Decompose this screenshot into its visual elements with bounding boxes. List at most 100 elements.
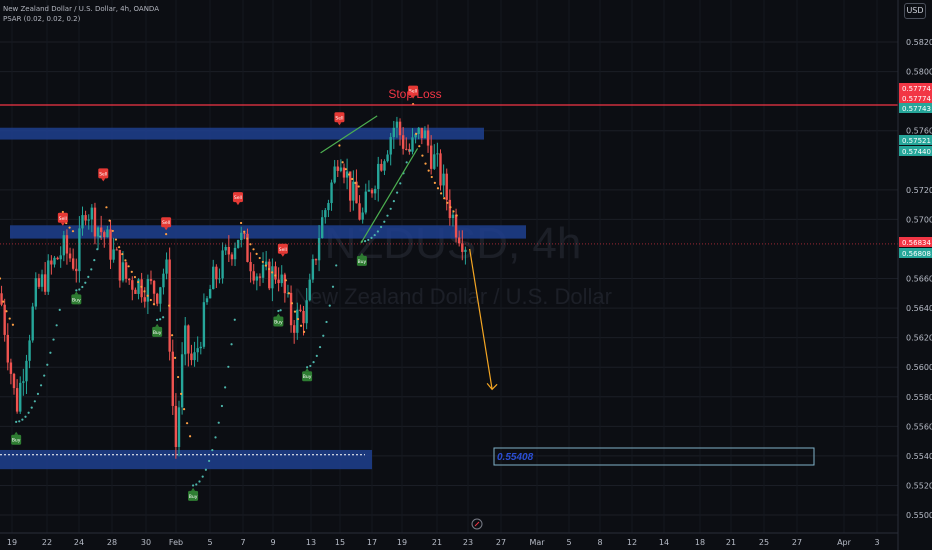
candle-body [358,203,361,220]
candle-body [389,137,392,155]
candle-body [140,279,143,298]
psar-dot [408,149,411,152]
candle-body [308,279,311,301]
candle-body [109,229,112,260]
sell-signal: Sell [232,192,243,206]
replay-icon[interactable] [471,518,483,530]
candle-body [439,153,442,186]
chart-canvas[interactable]: NZDUSD, 4h New Zealand Dollar / U.S. Dol… [0,0,932,550]
psar-dot [93,259,96,262]
candle-body [90,207,94,220]
signal-pointer [235,202,240,206]
candle-body [0,293,3,305]
currency-button[interactable]: USD [904,3,926,19]
target-label: 0.55408 [497,452,534,463]
time-tick-label: 21 [726,538,736,547]
candle-body [333,166,336,183]
candle-body [261,264,265,278]
psar-dot [277,309,280,313]
target-box[interactable]: 0.55408 [493,447,815,466]
time-tick-label: 12 [627,538,637,547]
psar-dot [21,418,24,421]
candle-body [202,302,206,347]
candle-body [274,266,277,280]
price-tag-label: 0.56834 [902,239,931,247]
signal-text: Sell [335,115,343,121]
candle-body [364,191,367,213]
psar-dot [162,316,165,319]
candle-body [34,278,38,307]
signal-pointer [14,431,19,435]
candle-body [448,199,452,219]
psar-dot [367,238,370,242]
candle-body [377,163,380,189]
psar-dot [87,275,90,278]
candle-body [355,181,358,204]
candle-body [314,259,318,261]
psar-dot [140,285,143,288]
candle-body [405,148,408,150]
candle-body [159,287,162,304]
psar-dot [338,144,341,147]
candle-body [53,257,56,265]
psar-dot [436,187,440,190]
psar-dot [18,420,21,423]
candle-body [398,121,402,136]
candle-body [84,215,87,221]
candle-body [212,266,215,290]
psar-dot [446,201,449,204]
signal-pointer [276,313,281,317]
psar-dot [246,237,249,240]
price-tag-label: 0.57774 [902,85,931,93]
candle-body [299,309,302,311]
candle-body [115,249,118,251]
price-axis[interactable]: 0.58200 0.58000 0.57600 0.57200 0.57000 0.566… [897,0,932,550]
candle-body [15,388,19,412]
psar-dot [312,361,315,364]
psar-dot [433,181,436,184]
signal-text: Sell [162,220,170,226]
candle-body [171,351,174,406]
candle-body [317,237,321,261]
candle-body [445,173,448,200]
psar-dot [127,265,130,268]
psar-dot [261,260,264,264]
candle-body [96,227,100,237]
psar-dot [296,317,300,321]
psar-dot [71,230,75,233]
psar-dot [217,421,220,424]
psar-dot [118,246,121,249]
legend-symbol: New Zealand Dollar / U.S. Dollar, 4h, OA… [3,5,159,13]
psar-dot [130,270,133,273]
time-tick-label: 17 [367,538,377,547]
psar-dot [386,214,389,217]
candle-body [56,257,59,260]
sell-signal: Sell [277,243,288,257]
stop-loss-label[interactable]: Stop Loss [388,87,441,101]
psar-dot [344,168,347,171]
candle-body [321,217,324,238]
psar-dot [418,145,421,148]
psar-dot [204,468,207,471]
time-axis[interactable]: 19 22 24 28 30 Feb 5 7 9 13 15 17 19 21 23 27 Mar 5 8 12 14 1… [0,532,898,547]
sell-signal: Sell [98,168,109,182]
candle-body [311,259,315,280]
candle-body [283,274,287,294]
candle-body [280,274,283,284]
psar-dot [452,210,455,213]
candle-body [420,127,424,139]
sell-signal: Sell [334,112,345,126]
time-tick-label: 9 [270,538,275,547]
candle-body [50,260,53,265]
psar-dot [137,280,140,284]
psar-dot [383,220,386,223]
price-tick-label: 0.57600 [906,127,932,136]
psar-dot [279,309,282,312]
candle-body [258,276,262,278]
candle-body [221,250,224,279]
psar-dot [105,206,108,209]
candle-body [373,188,377,194]
psar-dot [421,154,424,157]
candle-body [156,293,159,304]
signal-text: Sell [279,247,287,253]
